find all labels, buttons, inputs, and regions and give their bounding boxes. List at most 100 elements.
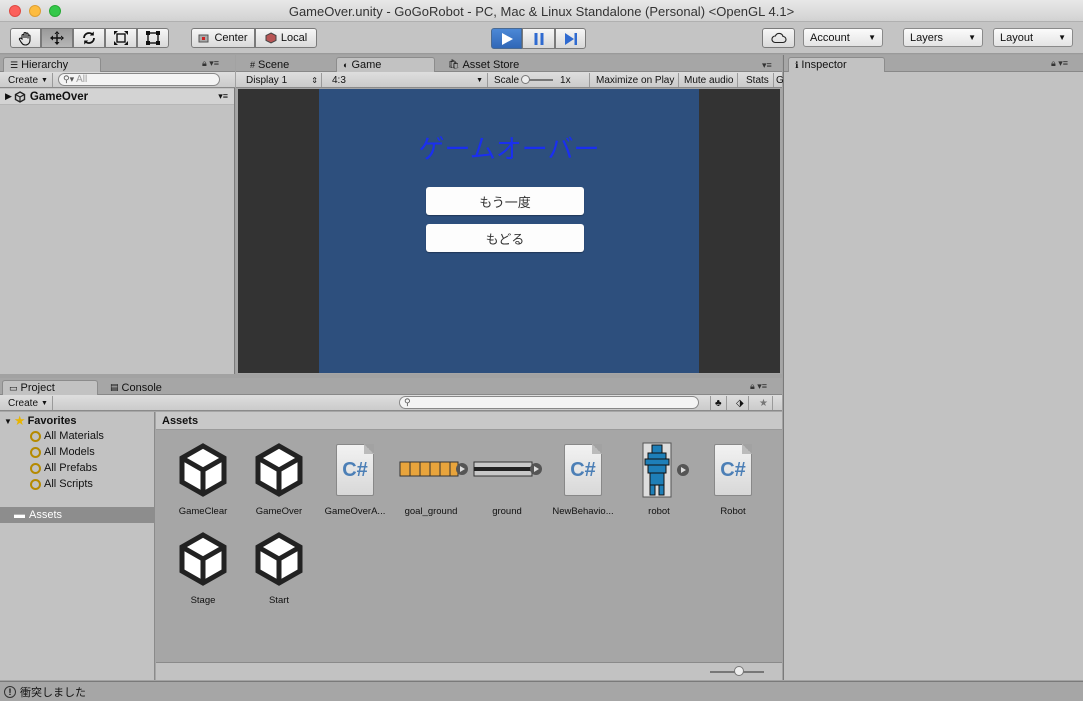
panel-menu-icon[interactable]: 🔒︎ ▾≡ [202,58,219,69]
asset-newbehaviour-script[interactable]: C# NewBehavio... [544,442,622,522]
search-icon [30,478,41,490]
icon-size-slider-thumb[interactable] [734,666,744,676]
filter-by-label-button[interactable]: ⬗ [732,396,749,410]
retry-button[interactable]: もう一度 [426,187,584,215]
tab-asset-store[interactable]: 🛍︎ Asset Store [442,57,525,72]
expand-arrow-icon[interactable]: ▶ [5,91,12,102]
panel-menu-icon[interactable]: ▾≡ [762,60,772,71]
game-viewport[interactable]: ゲームオーバー もう一度 もどる [238,89,780,373]
layout-label: Layout [1000,31,1034,44]
asset-breadcrumb[interactable]: Assets [156,412,782,430]
favorites-header[interactable]: ▼ ★ Favorites [4,413,77,429]
asset-label: GameOver [255,506,303,517]
hand-tool-button[interactable] [10,28,41,48]
cloud-services-button[interactable] [762,28,795,48]
scale-icon [114,31,128,45]
favorite-all-scripts[interactable]: All Scripts [30,478,93,490]
rect-tool-button[interactable] [137,28,169,48]
unity-scene-icon [255,443,303,497]
pivot-local-button[interactable]: Local [255,28,317,48]
csharp-file-icon: C# [714,444,752,496]
panel-menu-icon[interactable]: 🔒︎ ▾≡ [750,381,767,392]
cloud-icon [770,32,786,44]
pacman-icon: ◐ [343,60,349,70]
inspector-body [784,72,1083,680]
chevron-down-icon: ▼ [968,33,976,42]
tab-game[interactable]: ◐ Game [336,57,435,72]
scale-label: Scale [494,74,520,86]
shapes-icon: ♣ [715,397,722,409]
asset-robot-script[interactable]: C# Robot [694,442,772,522]
scale-slider[interactable]: Scale 1x [490,73,590,87]
expand-arrow-icon[interactable]: ▼ [4,417,12,426]
tab-project[interactable]: ▭ Project [2,380,98,395]
asset-robot-sprite[interactable]: robot [620,442,698,522]
mute-audio-toggle[interactable]: Mute audio [680,73,739,87]
tab-inspector[interactable]: ℹ Inspector [788,57,885,72]
stats-toggle[interactable]: Stats [742,73,774,87]
maximize-on-play-toggle[interactable]: Maximize on Play [592,73,680,87]
project-search-input[interactable]: ⚲ [399,396,699,409]
tab-label: Project [20,382,55,394]
list-icon: ☰ [10,59,19,70]
maximize-label: Maximize on Play [596,74,675,86]
bag-icon: 🛍︎ [448,59,460,69]
updown-arrow-icon: ⇕ [311,75,318,85]
step-button[interactable] [555,28,586,49]
tab-scene[interactable]: # Scene [244,57,295,72]
hierarchy-panel: ☰ Hierarchy 🔒︎ ▾≡ Create ▼ ⚲▾ All ▶ GameO… [0,55,235,374]
folder-icon: ▭ [9,382,18,393]
grid-icon: # [250,59,256,70]
account-dropdown[interactable]: Account ▼ [803,28,883,47]
hierarchy-search-input[interactable]: ⚲▾ All [58,73,220,86]
scene-menu-icon[interactable]: ▾≡ [218,91,228,102]
folder-label: Assets [29,509,63,521]
csharp-file-icon: C# [564,444,602,496]
asset-stage[interactable]: Stage [164,531,242,611]
layers-dropdown[interactable]: Layers ▼ [903,28,983,47]
tab-hierarchy[interactable]: ☰ Hierarchy [3,57,101,72]
aspect-dropdown[interactable]: 4:3 ▼ [328,73,488,87]
unity-scene-icon [179,443,227,497]
status-bar[interactable]: ! 衝突しました [0,681,1083,701]
asset-goal-ground[interactable]: goal_ground [392,442,470,522]
move-tool-button[interactable] [41,28,73,48]
project-panel: ▭ Project ▤ Console 🔒︎ ▾≡ Create ▼ ⚲ ♣ ⬗ … [0,378,782,680]
pivot-center-button[interactable]: Center [191,28,255,48]
scale-slider-track[interactable] [521,75,554,84]
scale-tool-button[interactable] [105,28,137,48]
favorite-all-models[interactable]: All Models [30,446,95,458]
rotate-tool-button[interactable] [73,28,105,48]
step-icon [564,32,577,45]
scale-slider-thumb[interactable] [521,75,531,84]
search-icon: ⚲ [404,397,411,407]
game-view-toolbar: Display 1 ⇕ 4:3 ▼ Scale 1x Maximize on Pla… [236,72,784,88]
favorite-label: All Materials [44,430,104,442]
hierarchy-scene-row[interactable]: ▶ GameOver ▾≡ [0,89,234,105]
inspector-panel: ℹ Inspector 🔒︎ ▾≡ [783,55,1083,680]
hierarchy-create-button[interactable]: Create ▼ [4,73,53,87]
tab-console[interactable]: ▤ Console [104,380,168,395]
asset-start[interactable]: Start [240,531,318,611]
pause-button[interactable] [522,28,555,49]
project-create-button[interactable]: Create ▼ [4,396,53,410]
asset-gameover[interactable]: GameOver [240,442,318,522]
panel-menu-icon[interactable]: 🔒︎ ▾≡ [1051,58,1068,69]
display-label: Display 1 [246,74,288,86]
pause-icon [534,32,543,45]
chevron-down-icon: ▼ [868,33,876,42]
asset-ground[interactable]: ground [468,442,546,522]
favorite-all-materials[interactable]: All Materials [30,430,104,442]
asset-gameover-script[interactable]: C# GameOverA... [316,442,394,522]
back-button[interactable]: もどる [426,224,584,252]
layout-dropdown[interactable]: Layout ▼ [993,28,1073,47]
favorite-all-prefabs[interactable]: All Prefabs [30,462,97,474]
assets-folder-item[interactable]: ▬ Assets [0,507,155,523]
play-button[interactable] [491,28,522,49]
favorite-label: All Prefabs [44,462,98,474]
asset-gameclear[interactable]: GameClear [164,442,242,522]
favorite-search-button[interactable]: ★ [755,396,773,410]
play-icon [501,32,513,45]
display-dropdown[interactable]: Display 1 ⇕ [242,73,322,87]
filter-by-type-button[interactable]: ♣ [710,396,727,410]
